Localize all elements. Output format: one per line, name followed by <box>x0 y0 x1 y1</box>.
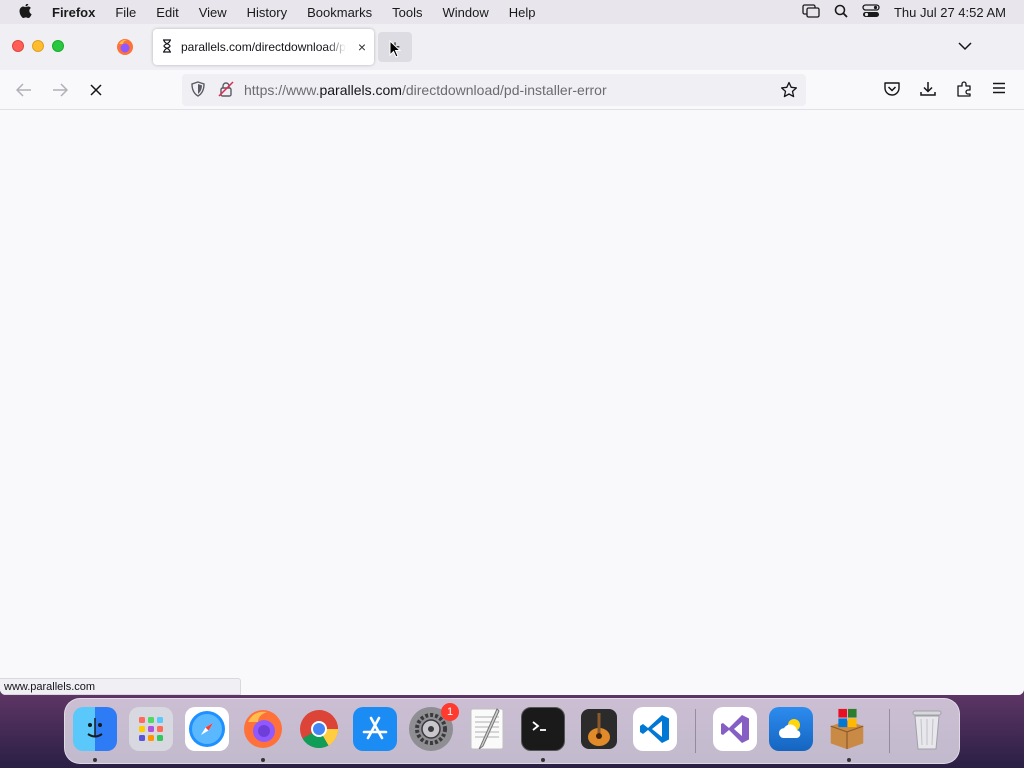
garageband-icon[interactable] <box>577 707 621 751</box>
browser-window: parallels.com/directdownload/pd-installe… <box>0 24 1024 695</box>
parallels-installer-icon[interactable] <box>825 707 869 751</box>
terminal-running-dot <box>541 758 545 762</box>
navigation-toolbar: https://www.parallels.com/directdownload… <box>0 70 1024 110</box>
terminal-icon[interactable] <box>521 707 565 751</box>
tracking-protection-shield-icon[interactable] <box>190 80 206 100</box>
menu-bar-clock[interactable]: Thu Jul 27 4:52 AM <box>894 5 1006 20</box>
dock <box>64 698 960 764</box>
window-controls <box>12 40 64 52</box>
launchpad-icon[interactable] <box>129 707 173 751</box>
page-content <box>0 110 1024 695</box>
status-bar-link-preview: www.parallels.com <box>0 678 241 695</box>
dock-separator-trash <box>889 709 890 753</box>
downloads-icon[interactable] <box>919 80 937 103</box>
zoom-window-button[interactable] <box>52 40 64 52</box>
hamburger-menu-icon[interactable] <box>991 80 1007 101</box>
textedit-icon[interactable] <box>465 707 509 751</box>
mouse-pointer-icon <box>389 39 402 63</box>
finder-running-dot <box>93 758 97 762</box>
tab-active[interactable]: parallels.com/directdownload/pd-installe… <box>153 29 374 65</box>
visual-studio-icon[interactable] <box>713 707 757 751</box>
parallels-installer-running-dot <box>847 758 851 762</box>
control-center-icon[interactable] <box>862 3 880 21</box>
menu-tools[interactable]: Tools <box>382 5 432 20</box>
close-window-button[interactable] <box>12 40 24 52</box>
dock-separator <box>695 709 696 753</box>
loading-hourglass-icon <box>161 38 173 56</box>
app-store-icon[interactable] <box>353 707 397 751</box>
pocket-icon[interactable] <box>883 80 901 103</box>
menu-bookmarks[interactable]: Bookmarks <box>297 5 382 20</box>
system-settings-notification-badge: 1 <box>441 703 459 721</box>
list-all-tabs-chevron-icon[interactable] <box>958 38 972 56</box>
tab-title: parallels.com/directdownload/pd-installe… <box>181 40 346 54</box>
tab-strip: parallels.com/directdownload/pd-installe… <box>0 24 1024 70</box>
extensions-puzzle-icon[interactable] <box>955 80 973 103</box>
bookmark-star-icon[interactable] <box>780 81 798 102</box>
url-text[interactable]: https://www.parallels.com/directdownload… <box>244 82 607 98</box>
menu-history[interactable]: History <box>237 5 297 20</box>
forward-arrow-icon[interactable] <box>50 80 70 100</box>
menu-help[interactable]: Help <box>499 5 546 20</box>
menu-bar: Firefox File Edit View History Bookmarks… <box>0 0 1024 24</box>
vscode-icon[interactable] <box>633 707 677 751</box>
minimize-window-button[interactable] <box>32 40 44 52</box>
close-tab-icon[interactable]: × <box>358 39 366 55</box>
back-arrow-icon[interactable] <box>14 80 34 100</box>
spotlight-search-icon[interactable] <box>834 4 848 21</box>
url-path: /directdownload/pd-installer-error <box>401 82 607 98</box>
weather-icon[interactable] <box>769 707 813 751</box>
stop-loading-icon[interactable] <box>86 80 106 100</box>
menu-file[interactable]: File <box>105 5 146 20</box>
safari-icon[interactable] <box>185 707 229 751</box>
url-prefix: https://www. <box>244 82 320 98</box>
menu-edit[interactable]: Edit <box>146 5 188 20</box>
firefox-running-dot <box>261 758 265 762</box>
trash-icon[interactable] <box>905 707 949 751</box>
firefox-view-icon[interactable] <box>116 38 134 61</box>
menu-window[interactable]: Window <box>433 5 499 20</box>
firefox-icon[interactable] <box>241 707 285 751</box>
finder-icon[interactable] <box>73 707 117 751</box>
menu-app-name[interactable]: Firefox <box>52 5 105 20</box>
connection-not-secure-lock-icon[interactable] <box>218 80 234 100</box>
url-bar[interactable]: https://www.parallels.com/directdownload… <box>182 74 806 106</box>
menu-view[interactable]: View <box>189 5 237 20</box>
screen-mirroring-icon[interactable] <box>802 3 820 21</box>
url-host: parallels.com <box>319 82 402 98</box>
apple-menu-icon[interactable] <box>0 4 52 20</box>
chrome-icon[interactable] <box>297 707 341 751</box>
